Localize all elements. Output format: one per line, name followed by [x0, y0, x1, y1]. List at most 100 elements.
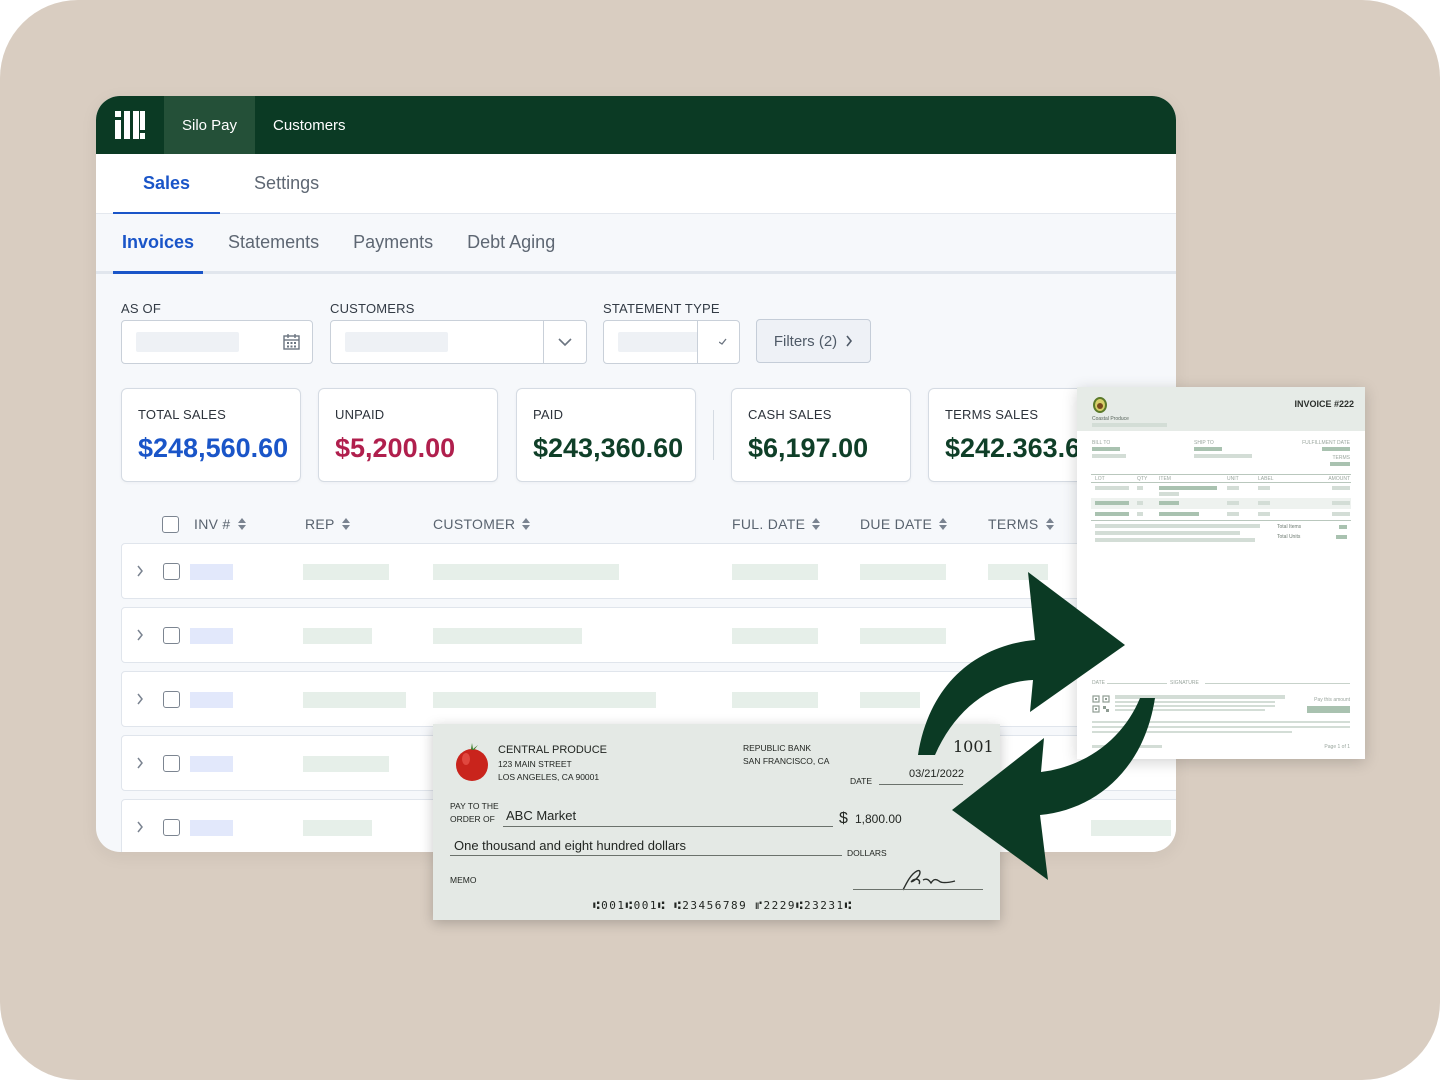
column-header-ful-date[interactable]: FUL. DATE	[732, 516, 821, 532]
expand-row-icon[interactable]	[136, 565, 144, 577]
statement-type-select[interactable]	[603, 320, 740, 364]
nav-item-customers[interactable]: Customers	[255, 96, 364, 154]
total-units-value	[1336, 535, 1347, 539]
sort-icon[interactable]	[811, 517, 821, 531]
check-memo-label: MEMO	[450, 875, 477, 885]
row-checkbox[interactable]	[163, 755, 180, 772]
as-of-placeholder	[136, 332, 239, 352]
ful-date-placeholder	[732, 564, 818, 580]
as-of-label: AS OF	[121, 301, 162, 316]
top-nav-bar: Silo Pay Customers	[96, 96, 1176, 154]
bill-to-bar	[1092, 454, 1126, 458]
notes-bar	[1095, 538, 1255, 542]
column-header-inv[interactable]: INV #	[194, 516, 247, 532]
sort-icon[interactable]	[521, 517, 531, 531]
row-checkbox[interactable]	[163, 563, 180, 580]
column-header-customer[interactable]: CUSTOMER	[433, 516, 531, 532]
line-item-bar	[1159, 512, 1199, 516]
tab-settings[interactable]: Settings	[220, 154, 349, 213]
customer-placeholder	[433, 692, 656, 708]
line-item-bar	[1159, 486, 1217, 490]
sort-icon[interactable]	[1045, 517, 1055, 531]
statement-type-label: STATEMENT TYPE	[603, 301, 720, 316]
customer-placeholder	[433, 564, 619, 580]
rep-placeholder	[303, 564, 389, 580]
select-all-checkbox[interactable]	[162, 516, 179, 533]
total-sales-card: TOTAL SALES $248,560.60	[121, 388, 301, 482]
terms-bar	[1330, 462, 1350, 466]
app-logo-icon[interactable]	[96, 96, 164, 154]
ful-date-placeholder	[732, 628, 818, 644]
customers-select[interactable]	[330, 320, 587, 364]
column-header-due-date[interactable]: DUE DATE	[860, 516, 948, 532]
statement-type-placeholder	[618, 332, 698, 352]
customer-placeholder	[433, 628, 582, 644]
customers-label: CUSTOMERS	[330, 301, 415, 316]
tab-payments[interactable]: Payments	[344, 214, 442, 271]
invoice-total-units: Total Units	[1277, 534, 1301, 540]
column-header-label: DUE DATE	[860, 516, 933, 532]
tab-invoices[interactable]: Invoices	[113, 214, 204, 274]
filters-button[interactable]: Filters (2)	[756, 319, 871, 363]
line-item-bar	[1137, 486, 1143, 490]
notes-bar	[1095, 524, 1260, 528]
line-item-highlight	[1091, 498, 1351, 509]
expand-row-icon[interactable]	[136, 821, 144, 833]
check-payer-street: 123 MAIN STREET	[498, 759, 572, 769]
row-checkbox[interactable]	[163, 627, 180, 644]
sort-icon[interactable]	[341, 517, 351, 531]
tab-debt-aging[interactable]: Debt Aging	[458, 214, 564, 271]
expand-row-icon[interactable]	[136, 757, 144, 769]
bill-to-bar	[1092, 447, 1120, 451]
cash-sales-label: CASH SALES	[748, 407, 832, 422]
check-payer-city: LOS ANGELES, CA 90001	[498, 772, 600, 782]
payment-info-bar	[1205, 695, 1285, 699]
chevron-right-icon	[846, 335, 853, 347]
tomato-logo-icon	[456, 743, 488, 781]
amount-words-line	[450, 855, 842, 856]
tab-sales[interactable]: Sales	[113, 154, 221, 214]
total-sales-value: $248,560.60	[138, 433, 289, 463]
check-payer-name: CENTRAL PRODUCE	[498, 744, 607, 756]
invoice-company-address	[1092, 423, 1167, 427]
rep-placeholder	[303, 628, 372, 644]
payee-line	[503, 826, 833, 827]
invoice-bill-to: BILL TO	[1092, 440, 1111, 446]
column-header-rep[interactable]: REP	[305, 516, 351, 532]
row-checkbox[interactable]	[163, 819, 180, 836]
tab-statements[interactable]: Statements	[219, 214, 328, 271]
line-item-bar	[1258, 486, 1270, 490]
expand-row-icon[interactable]	[136, 629, 144, 641]
signature-line	[853, 889, 983, 890]
calendar-icon[interactable]	[283, 333, 300, 350]
sort-icon[interactable]	[938, 517, 948, 531]
invoice-fulfillment-date: FULFILLMENT DATE	[1302, 440, 1350, 446]
check-payee: ABC Market	[506, 808, 577, 823]
paid-value: $243,360.60	[533, 433, 684, 463]
invoice-table-rule	[1091, 520, 1351, 521]
secondary-tabs: Invoices Statements Payments Debt Aging	[96, 214, 1176, 274]
invoice-table-rule	[1091, 474, 1351, 475]
notes-bar	[1095, 531, 1240, 535]
nav-item-silo-pay[interactable]: Silo Pay	[164, 96, 256, 154]
sort-icon[interactable]	[237, 517, 247, 531]
line-item-bar	[1137, 501, 1143, 505]
paid-label: PAID	[533, 407, 564, 422]
inv-placeholder	[190, 692, 233, 708]
chevron-down-icon[interactable]	[719, 336, 727, 348]
terms-sales-label: TERMS SALES	[945, 407, 1039, 422]
card-divider	[713, 410, 714, 460]
expand-row-icon[interactable]	[136, 693, 144, 705]
as-of-date-input[interactable]	[121, 320, 313, 364]
chevron-down-icon[interactable]	[557, 336, 573, 348]
ful-date-placeholder	[732, 692, 818, 708]
check-bank-city: SAN FRANCISCO, CA	[743, 756, 830, 766]
row-checkbox[interactable]	[163, 691, 180, 708]
rep-placeholder	[303, 820, 372, 836]
line-item-bar	[1258, 512, 1270, 516]
line-item-bar	[1227, 512, 1239, 516]
ship-to-bar	[1194, 447, 1222, 451]
unpaid-value: $5,200.00	[335, 433, 456, 463]
column-header-terms[interactable]: TERMS	[988, 516, 1055, 532]
check-currency-symbol: $	[839, 810, 848, 827]
